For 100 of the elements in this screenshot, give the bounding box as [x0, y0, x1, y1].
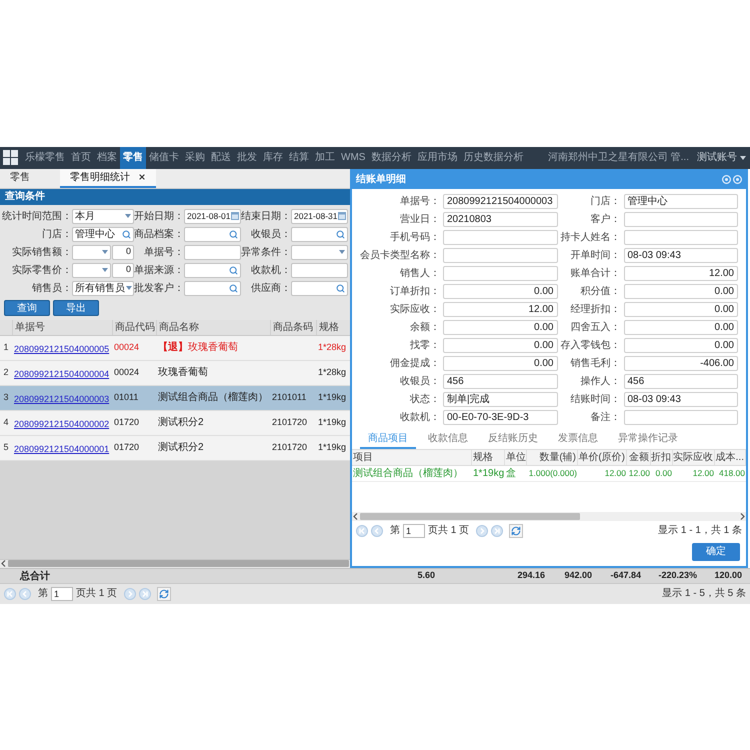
close-icon[interactable]	[138, 173, 146, 181]
page-tab[interactable]: 零售明细统计	[60, 168, 156, 188]
nav-menu-item[interactable]: 数据分析	[368, 146, 414, 168]
input-field[interactable]	[184, 244, 241, 260]
nav-menu-item[interactable]: 乐檬零售	[22, 146, 68, 168]
document-link[interactable]: 2080992121504000003	[14, 394, 110, 404]
next-page-icon[interactable]	[124, 588, 136, 600]
nav-menu-item[interactable]: 储值卡	[146, 146, 182, 168]
nav-menu-item[interactable]: WMS	[338, 146, 368, 168]
nav-menu-item[interactable]: 应用市场	[414, 146, 460, 168]
nav-menu-item[interactable]: 档案	[94, 146, 120, 168]
caret-icon[interactable]	[102, 250, 108, 254]
page-number-field[interactable]: 1	[51, 586, 73, 600]
search-icon[interactable]	[229, 230, 238, 238]
input-field[interactable]: 456	[443, 374, 558, 388]
input-field[interactable]: 08-03 09:43	[624, 248, 738, 262]
page-tab[interactable]: 零售	[0, 168, 60, 188]
input-field[interactable]	[624, 212, 738, 226]
input-field[interactable]: 0.00	[624, 302, 738, 316]
search-icon[interactable]	[229, 284, 238, 292]
table-row[interactable]: 5 2080992121504000001 01720 测试积分2 2101720 1*19kg	[0, 436, 350, 460]
chevron-left-icon[interactable]	[1, 560, 6, 567]
input-field[interactable]: 0.00	[443, 320, 558, 334]
input-field[interactable]	[624, 410, 738, 424]
scrollbar-thumb[interactable]	[8, 560, 349, 567]
document-link[interactable]: 2080992121504000002	[14, 418, 110, 428]
table-row[interactable]: 1 2080992121504000005 00024 【退】玫瑰香葡萄 1*28kg	[0, 336, 350, 360]
nav-menu-item[interactable]: 库存	[260, 146, 286, 168]
input-field[interactable]	[624, 230, 738, 244]
document-link[interactable]: 2080992121504000005	[14, 344, 110, 354]
search-icon[interactable]	[122, 230, 131, 238]
nav-menu-item[interactable]: 批发	[234, 146, 260, 168]
input-field[interactable]: 20210803	[443, 212, 558, 226]
document-link[interactable]: 2080992121504000001	[14, 444, 110, 454]
nav-menu-item[interactable]: 采购	[182, 146, 208, 168]
input-field[interactable]: 0.00	[624, 320, 738, 334]
first-page-icon[interactable]	[356, 524, 368, 536]
input-field[interactable]: 0.00	[624, 338, 738, 352]
calendar-icon[interactable]	[338, 212, 346, 220]
input-field[interactable]: 管理中心	[624, 194, 738, 208]
nav-menu-item[interactable]: 历史数据分析	[460, 146, 526, 168]
dropdown-field[interactable]: 本月	[72, 208, 134, 224]
confirm-button[interactable]: 确定	[692, 542, 740, 560]
table-row[interactable]: 2 2080992121504000004 00024 玫瑰香葡萄 1*28kg	[0, 360, 350, 386]
table-row[interactable]: 3 2080992121504000003 01011 测试组合商品（榴莲肉） 2101011 1*19kg	[0, 386, 350, 410]
input-field[interactable]: 08-03 09:43	[624, 392, 738, 406]
account-menu[interactable]: 测试账号	[697, 150, 746, 165]
search-icon[interactable]	[336, 284, 345, 292]
previous-page-icon[interactable]	[371, 524, 383, 536]
lookup-field[interactable]: 管理中心	[72, 226, 134, 242]
date-field[interactable]: 2021-08-01	[184, 208, 241, 224]
date-field[interactable]: 2021-08-31	[291, 208, 348, 224]
caret-icon[interactable]	[740, 156, 746, 160]
horizontal-scrollbar[interactable]	[352, 512, 746, 520]
dialog-tab[interactable]: 发票信息	[550, 430, 606, 448]
nav-menu-item[interactable]: 配送	[208, 146, 234, 168]
lookup-field[interactable]	[184, 262, 241, 278]
input-field[interactable]: 0.00	[443, 338, 558, 352]
last-page-icon[interactable]	[139, 588, 152, 600]
last-page-icon[interactable]	[491, 524, 504, 536]
first-page-icon[interactable]	[4, 588, 16, 600]
table-row[interactable]: 4 2080992121504000002 01720 测试积分2 2101720 1*19kg	[0, 410, 350, 436]
caret-icon[interactable]	[125, 214, 131, 218]
lookup-field[interactable]	[184, 226, 241, 242]
input-field[interactable]: 12.00	[443, 302, 558, 316]
nav-menu-item[interactable]: 结算	[286, 146, 312, 168]
document-link[interactable]: 2080992121504000004	[14, 368, 110, 378]
input-field[interactable]	[291, 262, 348, 278]
input-field[interactable]: 0.00	[443, 356, 558, 370]
calendar-icon[interactable]	[231, 212, 240, 220]
refresh-icon[interactable]	[509, 524, 524, 538]
dropdown-field[interactable]	[72, 244, 111, 260]
lookup-field[interactable]	[184, 280, 241, 296]
caret-icon[interactable]	[339, 250, 345, 254]
input-field[interactable]: 00-E0-70-3E-9D-3	[443, 410, 558, 424]
chevron-left-icon[interactable]	[353, 512, 358, 520]
dialog-tab[interactable]: 收款信息	[420, 430, 476, 448]
previous-page-icon[interactable]	[19, 588, 31, 600]
grid-icon[interactable]	[3, 150, 18, 165]
caret-icon[interactable]	[102, 268, 108, 272]
caret-icon[interactable]	[126, 286, 132, 290]
input-field[interactable]: 2080992121504000003	[443, 194, 558, 208]
input-field[interactable]: 0.00	[443, 284, 558, 298]
dialog-tab[interactable]: 异常操作记录	[610, 430, 686, 448]
search-icon[interactable]	[229, 266, 238, 274]
input-field[interactable]	[443, 230, 558, 244]
dialog-tab[interactable]: 反结账历史	[480, 430, 546, 448]
nav-menu-item[interactable]: 首页	[68, 146, 94, 168]
refresh-icon[interactable]	[157, 586, 172, 600]
nav-menu-item[interactable]: 加工	[312, 146, 338, 168]
dropdown-field[interactable]	[291, 244, 348, 260]
input-field[interactable]: 456	[624, 374, 738, 388]
page-number-field[interactable]: 1	[403, 524, 425, 538]
input-field[interactable]: 0.00	[624, 284, 738, 298]
chevron-right-icon[interactable]	[740, 512, 745, 520]
nav-menu-item[interactable]: 零售	[120, 146, 146, 168]
dropdown-field[interactable]: 所有销售员	[72, 280, 134, 296]
search-button[interactable]: 查询	[4, 300, 50, 316]
search-icon[interactable]	[336, 230, 345, 238]
scrollbar-thumb[interactable]	[360, 512, 580, 520]
